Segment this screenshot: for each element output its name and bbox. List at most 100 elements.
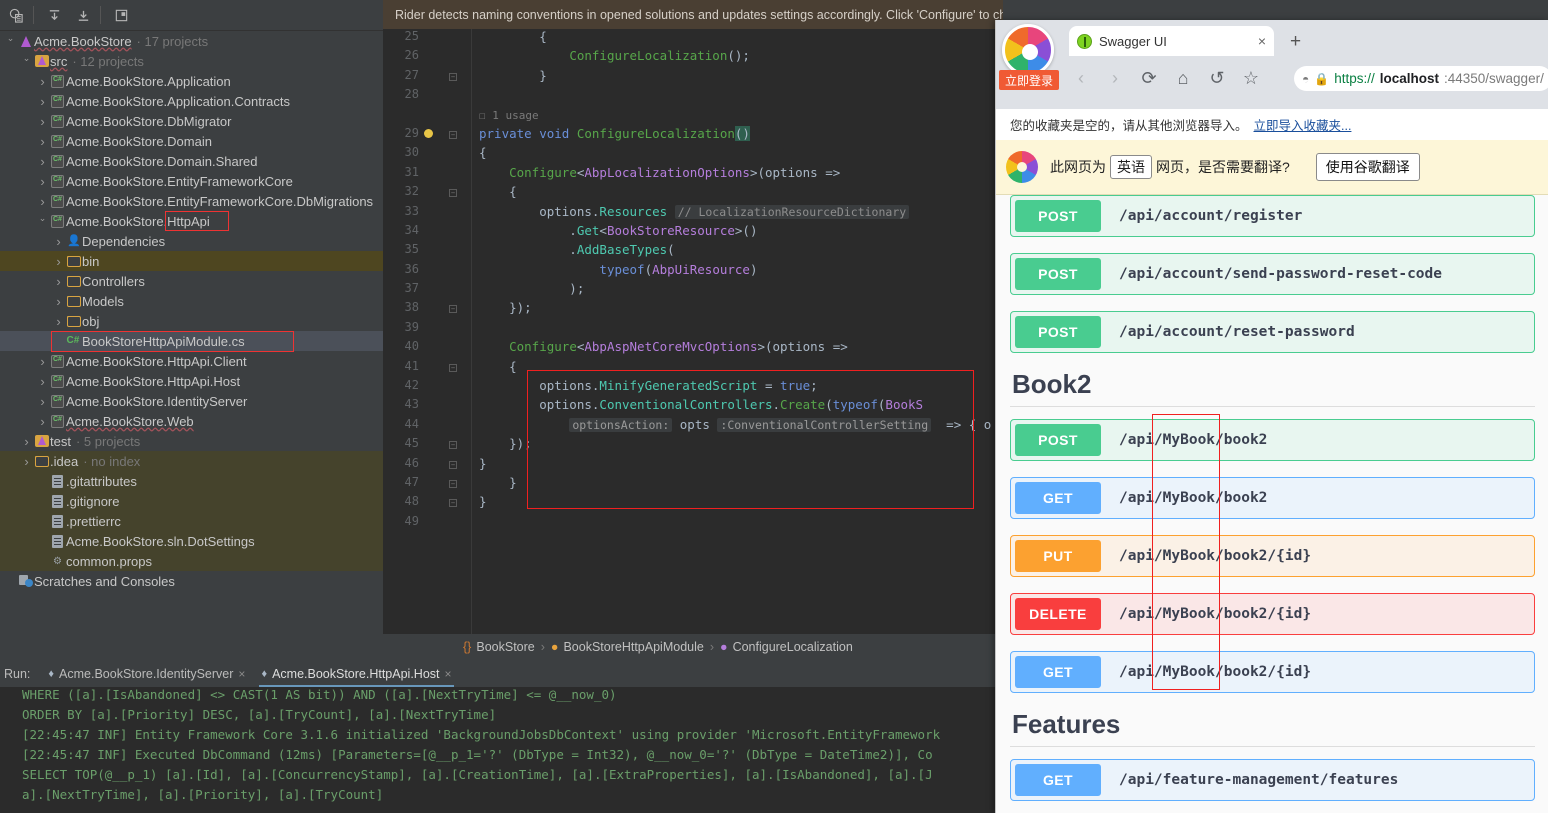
tab-swagger-ui[interactable]: Swagger UI × bbox=[1069, 26, 1274, 56]
shield-icon[interactable]: ◓ bbox=[1302, 72, 1309, 86]
chevron-right-icon[interactable] bbox=[20, 454, 33, 469]
tree-item[interactable]: Acme.BookStore· 17 projects bbox=[0, 31, 383, 51]
history-icon[interactable]: ↺ bbox=[1200, 61, 1234, 95]
chevron-right-icon[interactable] bbox=[52, 294, 65, 309]
back-icon[interactable]: ‹ bbox=[1064, 61, 1098, 95]
code-fold-icon[interactable]: − bbox=[449, 189, 457, 198]
tree-item[interactable]: test· 5 projects bbox=[0, 431, 383, 451]
tree-item[interactable]: .prettierrc bbox=[0, 511, 383, 531]
code-line[interactable]: 34 .Get<BookStoreResource>() bbox=[383, 223, 1003, 242]
code-line[interactable]: 41 − { bbox=[383, 359, 1003, 378]
tree-item[interactable]: src· 12 projects bbox=[0, 51, 383, 71]
tree-item[interactable]: Acme.BookStore.DbMigrator bbox=[0, 111, 383, 131]
breadcrumb-item[interactable]: {} BookStore bbox=[463, 640, 535, 654]
tree-item[interactable]: 👤Dependencies bbox=[0, 231, 383, 251]
tree-item[interactable]: Acme.BookStore.EntityFrameworkCore bbox=[0, 171, 383, 191]
tree-item[interactable]: Acme.BookStore.Domain.Shared bbox=[0, 151, 383, 171]
swagger-operation[interactable]: PUT/api/MyBook/book2/{id} bbox=[1010, 535, 1535, 577]
code-fold-icon[interactable]: − bbox=[449, 460, 457, 469]
tree-item[interactable]: bin bbox=[0, 251, 383, 271]
chevron-right-icon[interactable] bbox=[36, 414, 49, 429]
tree-item[interactable]: Acme.BookStore.HttpApi.Host bbox=[0, 371, 383, 391]
code-line[interactable]: 31 Configure<AbpLocalizationOptions>(opt… bbox=[383, 165, 1003, 184]
collapse-all-icon[interactable] bbox=[41, 4, 67, 26]
hide-panel-icon[interactable] bbox=[108, 4, 134, 26]
chevron-right-icon[interactable] bbox=[36, 174, 49, 189]
swagger-operations-list[interactable]: POST/api/account/register POST/api/accoun… bbox=[996, 195, 1548, 813]
code-line[interactable]: 25 { bbox=[383, 29, 1003, 48]
code-line[interactable]: 40 Configure<AbpAspNetCoreMvcOptions>(op… bbox=[383, 339, 1003, 358]
code-line[interactable]: 48 −} bbox=[383, 494, 1003, 513]
chevron-right-icon[interactable] bbox=[52, 234, 65, 249]
code-fold-icon[interactable]: − bbox=[449, 130, 457, 139]
run-tab[interactable]: ♦ Acme.BookStore.IdentityServer × bbox=[40, 660, 253, 687]
chevron-right-icon[interactable] bbox=[36, 154, 49, 169]
project-settings-icon[interactable] bbox=[3, 4, 29, 26]
close-icon[interactable]: × bbox=[445, 667, 452, 681]
code-fold-icon[interactable]: − bbox=[449, 72, 457, 81]
code-line[interactable]: 32 − { bbox=[383, 184, 1003, 203]
bookmark-star-icon[interactable]: ☆ bbox=[1234, 61, 1268, 95]
tree-item[interactable]: obj bbox=[0, 311, 383, 331]
code-line[interactable]: 45 − }); bbox=[383, 436, 1003, 455]
code-line[interactable]: 42 options.MinifyGeneratedScript = true; bbox=[383, 378, 1003, 397]
tree-item[interactable]: Acme.BookStore.Application bbox=[0, 71, 383, 91]
tree-item[interactable]: Controllers bbox=[0, 271, 383, 291]
code-line[interactable]: 47 − } bbox=[383, 475, 1003, 494]
breadcrumb-item[interactable]: ● ConfigureLocalization bbox=[720, 640, 853, 654]
code-line[interactable]: 37 ); bbox=[383, 281, 1003, 300]
swagger-section-title[interactable]: Book2 bbox=[1012, 369, 1535, 400]
run-tab[interactable]: ♦ Acme.BookStore.HttpApi.Host × bbox=[253, 660, 459, 687]
code-line[interactable]: 33 options.Resources // LocalizationReso… bbox=[383, 204, 1003, 223]
new-tab-button[interactable]: + bbox=[1290, 31, 1301, 53]
code-line[interactable]: 36 typeof(AbpUiResource) bbox=[383, 262, 1003, 281]
code-fold-icon[interactable]: − bbox=[449, 479, 457, 488]
code-line[interactable]: 43 options.ConventionalControllers.Creat… bbox=[383, 397, 1003, 416]
close-icon[interactable]: × bbox=[238, 667, 245, 681]
detected-language[interactable]: 英语 bbox=[1110, 155, 1152, 179]
chevron-right-icon[interactable] bbox=[36, 194, 49, 209]
chevron-right-icon[interactable] bbox=[20, 434, 33, 449]
chevron-right-icon[interactable] bbox=[52, 314, 65, 329]
import-bookmarks-link[interactable]: 立即导入收藏夹... bbox=[1254, 115, 1352, 134]
swagger-operation[interactable]: GET/api/feature-management/features bbox=[1010, 759, 1535, 801]
code-line[interactable]: 26 ConfigureLocalization(); bbox=[383, 48, 1003, 67]
chevron-down-icon[interactable] bbox=[36, 216, 49, 227]
code-line[interactable]: 44 optionsAction: opts :ConventionalCont… bbox=[383, 417, 1003, 436]
code-line[interactable]: 46 −} bbox=[383, 456, 1003, 475]
code-line[interactable]: 28 bbox=[383, 87, 1003, 106]
forward-icon[interactable]: › bbox=[1098, 61, 1132, 95]
tree-item[interactable]: .gitignore bbox=[0, 491, 383, 511]
code-fold-icon[interactable]: − bbox=[449, 363, 457, 372]
chevron-right-icon[interactable] bbox=[36, 114, 49, 129]
chevron-right-icon[interactable] bbox=[36, 374, 49, 389]
chevron-down-icon[interactable] bbox=[20, 56, 33, 67]
swagger-operation[interactable]: GET/api/MyBook/book2 bbox=[1010, 477, 1535, 519]
run-tab-bar[interactable]: Run: ♦ Acme.BookStore.IdentityServer × ♦ Acm… bbox=[0, 660, 1003, 687]
run-console-output[interactable]: WHERE ([a].[IsAbandoned] <> CAST(1 AS bi… bbox=[0, 687, 1003, 813]
chevron-right-icon[interactable] bbox=[36, 394, 49, 409]
code-line[interactable]: 27 − } bbox=[383, 68, 1003, 87]
breadcrumb[interactable]: {} BookStore › ● BookStoreHttpApiModule › ● Con… bbox=[383, 634, 1003, 660]
swagger-operation[interactable]: POST/api/account/register bbox=[1010, 195, 1535, 237]
tree-item[interactable]: Acme.BookStore.Web bbox=[0, 411, 383, 431]
reload-icon[interactable]: ⟳ bbox=[1132, 61, 1166, 95]
naming-convention-notification[interactable]: Rider detects naming conventions in open… bbox=[383, 0, 1003, 29]
code-line[interactable]: 30 { bbox=[383, 145, 1003, 164]
code-fold-icon[interactable]: − bbox=[449, 441, 457, 450]
tree-item[interactable]: Scratches and Consoles bbox=[0, 571, 383, 591]
code-line[interactable]: 38 − }); bbox=[383, 300, 1003, 319]
address-bar[interactable]: ◓ 🔒 https:// localhost:44350/swagger/ bbox=[1294, 66, 1548, 91]
chevron-right-icon[interactable] bbox=[36, 354, 49, 369]
swagger-operation[interactable]: POST/api/account/send-password-reset-cod… bbox=[1010, 253, 1535, 295]
swagger-operation[interactable]: POST/api/MyBook/book2 bbox=[1010, 419, 1535, 461]
expand-all-icon[interactable] bbox=[70, 4, 96, 26]
swagger-operation[interactable]: GET/api/MyBook/book2/{id} bbox=[1010, 651, 1535, 693]
chevron-right-icon[interactable] bbox=[36, 134, 49, 149]
chevron-right-icon[interactable] bbox=[52, 254, 65, 269]
code-line[interactable]: ☐ 1 usage bbox=[383, 107, 1003, 126]
swagger-section-title[interactable]: Features bbox=[1012, 709, 1535, 740]
intention-bulb-icon[interactable] bbox=[424, 128, 433, 138]
code-lines-container[interactable]: 25 {26 ConfigureLocalization(); 27− } 28 ☐ … bbox=[383, 29, 1003, 634]
code-line[interactable]: 49 bbox=[383, 514, 1003, 533]
